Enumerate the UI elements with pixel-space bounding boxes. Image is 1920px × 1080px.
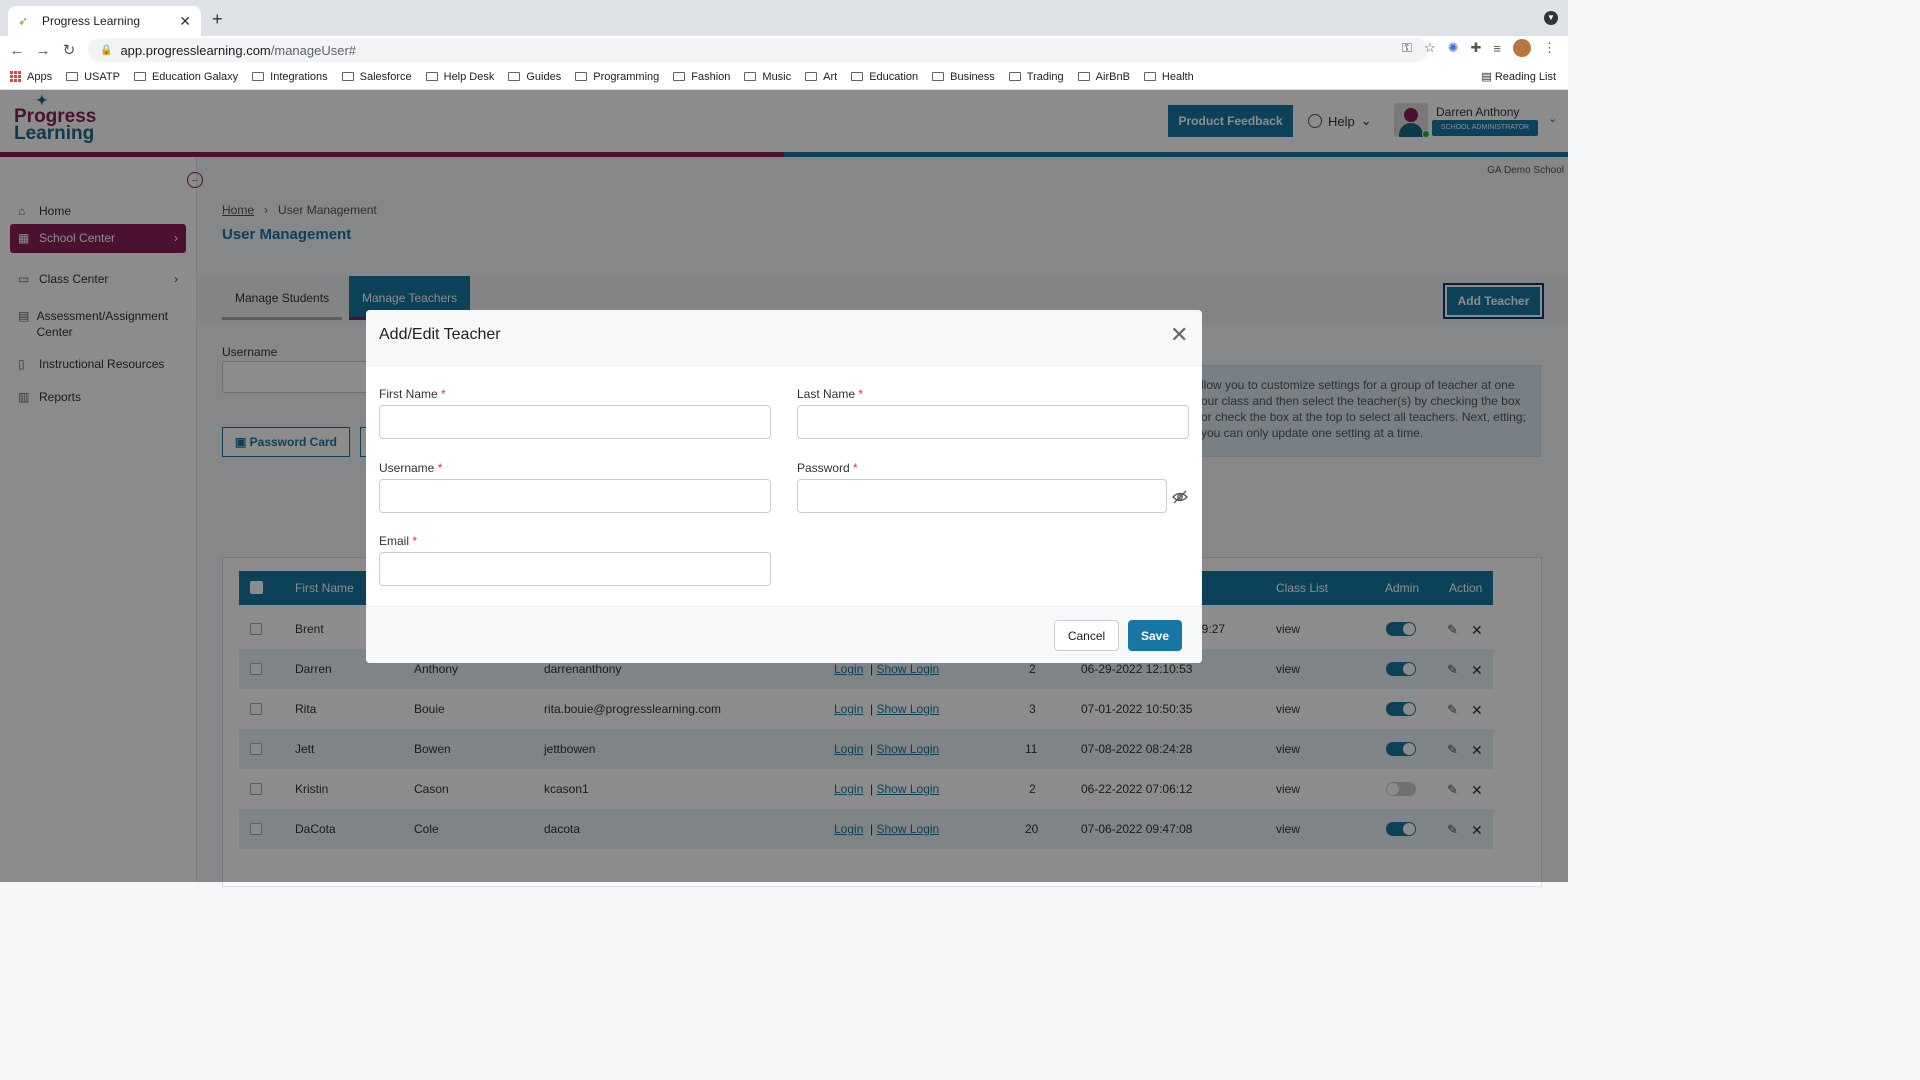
folder-icon: [1008, 72, 1021, 81]
folder-icon: [851, 72, 864, 81]
bookmark-apps[interactable]: Apps: [10, 71, 52, 83]
star-icon[interactable]: ☆: [1424, 40, 1436, 56]
password-label: Password *: [797, 461, 858, 475]
add-edit-teacher-dialog: Add/Edit Teacher ✕ First Name * Last Nam…: [366, 310, 1202, 663]
apps-icon: [10, 71, 21, 82]
folder-icon: [1143, 72, 1156, 81]
required-marker: *: [441, 387, 446, 401]
bookmark-folder[interactable]: Integrations: [252, 71, 328, 83]
browser-tab[interactable]: ➶ Progress Learning ✕: [8, 6, 201, 36]
password-field[interactable]: [797, 479, 1167, 513]
url-host: app.progresslearning.com: [120, 42, 271, 58]
last-name-label: Last Name *: [797, 387, 864, 401]
reading-list[interactable]: ▤ Reading List: [1481, 70, 1556, 83]
email-field[interactable]: [379, 552, 771, 586]
folder-icon: [744, 72, 757, 81]
required-marker: *: [853, 461, 858, 475]
bookmark-folder[interactable]: Trading: [1008, 71, 1064, 83]
puzzle-icon[interactable]: ✚: [1471, 40, 1482, 56]
key-icon[interactable]: ⚿: [1402, 40, 1412, 56]
folder-icon: [341, 72, 354, 81]
tab-title: Progress Learning: [42, 14, 141, 28]
extension-icon[interactable]: ✺: [1448, 40, 1459, 56]
bookmark-folder[interactable]: Education Galaxy: [133, 71, 238, 83]
bookmark-folder[interactable]: Health: [1143, 71, 1194, 83]
required-marker: *: [858, 387, 864, 401]
bookmark-folder[interactable]: Guides: [508, 71, 561, 83]
reading-list-icon: ▤: [1481, 71, 1495, 83]
address-bar[interactable]: 🔒 app.progresslearning.com/manageUser#: [88, 38, 1428, 62]
browser-toolbar: ← → ↻ 🔒 app.progresslearning.com/manageU…: [0, 36, 1568, 64]
folder-icon: [133, 72, 146, 81]
bookmarks-bar: Apps USATP Education Galaxy Integrations…: [0, 64, 1568, 90]
bookmark-folder[interactable]: Programming: [575, 71, 659, 83]
folder-icon: [252, 72, 265, 81]
dialog-footer: Cancel Save: [366, 606, 1202, 663]
tab-search-icon[interactable]: ▼: [1544, 11, 1558, 25]
bookmark-folder[interactable]: USATP: [66, 71, 120, 83]
forward-icon[interactable]: →: [30, 42, 56, 59]
folder-icon: [1077, 72, 1090, 81]
menu-icon[interactable]: ⋮: [1543, 40, 1556, 56]
first-name-field[interactable]: [379, 405, 771, 439]
browser-tab-strip: ➶ Progress Learning ✕ + ▼: [0, 0, 1568, 36]
required-marker: *: [437, 461, 443, 475]
username-label: Username *: [379, 461, 443, 475]
folder-icon: [425, 72, 438, 81]
required-marker: *: [412, 534, 418, 548]
new-tab-icon[interactable]: +: [212, 9, 223, 30]
folder-icon: [932, 72, 945, 81]
email-label: Email *: [379, 534, 418, 548]
reload-icon[interactable]: ↻: [56, 41, 82, 59]
bookmark-folder[interactable]: Business: [932, 71, 995, 83]
bookmark-folder[interactable]: Art: [805, 71, 837, 83]
profile-avatar[interactable]: [1513, 39, 1531, 57]
media-icon[interactable]: ≡: [1493, 41, 1501, 56]
bookmark-folder[interactable]: Fashion: [673, 71, 730, 83]
back-icon[interactable]: ←: [4, 42, 30, 59]
folder-icon: [66, 72, 79, 81]
bookmark-folder[interactable]: Music: [744, 71, 791, 83]
dialog-title: Add/Edit Teacher: [379, 326, 501, 343]
toolbar-actions: ⚿ ☆ ✺ ✚ ≡ ⋮: [1402, 39, 1568, 57]
save-button[interactable]: Save: [1128, 620, 1182, 651]
url-path: /manageUser#: [270, 42, 357, 58]
username-field[interactable]: [379, 479, 771, 513]
eye-off-icon[interactable]: [1172, 490, 1188, 507]
favicon-icon: ➶: [18, 14, 29, 28]
folder-icon: [575, 72, 588, 81]
close-icon[interactable]: ✕: [1170, 324, 1188, 346]
bookmark-folder[interactable]: Salesforce: [341, 71, 412, 83]
cancel-button[interactable]: Cancel: [1054, 620, 1119, 651]
bookmark-folder[interactable]: AirBnB: [1077, 71, 1130, 83]
bookmark-folder[interactable]: Help Desk: [425, 71, 494, 83]
lock-icon: 🔒: [100, 44, 113, 56]
folder-icon: [805, 72, 818, 81]
folder-icon: [508, 72, 521, 81]
first-name-label: First Name *: [379, 387, 446, 401]
last-name-field[interactable]: [797, 405, 1189, 439]
folder-icon: [673, 72, 686, 81]
close-tab-icon[interactable]: ✕: [179, 13, 191, 30]
bookmark-folder[interactable]: Education: [851, 71, 918, 83]
dialog-header: Add/Edit Teacher ✕: [366, 310, 1202, 366]
